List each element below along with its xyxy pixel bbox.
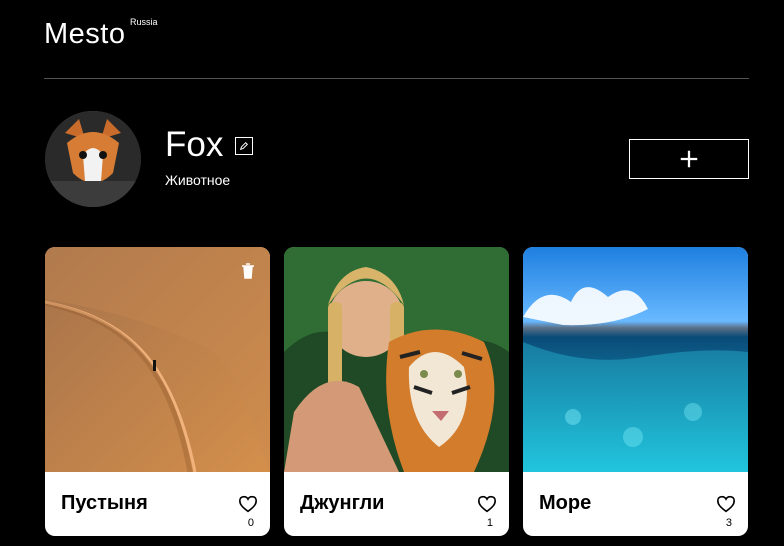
- heart-icon[interactable]: [477, 495, 497, 513]
- heart-icon[interactable]: [716, 495, 736, 513]
- fox-avatar-image: [45, 111, 141, 207]
- card-title: Море: [539, 492, 592, 514]
- card: Джунгли 1: [284, 247, 509, 536]
- plus-icon: [680, 150, 698, 168]
- trash-icon[interactable]: [241, 263, 255, 279]
- add-card-button[interactable]: [629, 139, 749, 179]
- card: Пустыня 0: [45, 247, 270, 536]
- edit-profile-button[interactable]: [235, 137, 253, 155]
- like-count: 1: [486, 517, 493, 529]
- heart-icon[interactable]: [238, 495, 258, 513]
- card-image[interactable]: [284, 247, 509, 472]
- desert-image: [45, 247, 270, 472]
- site-logo: Mesto: [44, 18, 126, 50]
- card-image[interactable]: [523, 247, 748, 472]
- pencil-icon: [239, 141, 249, 151]
- card-title: Джунгли: [300, 492, 385, 514]
- profile-subtitle: Животное: [165, 172, 231, 188]
- card-title: Пустыня: [61, 492, 148, 514]
- avatar[interactable]: [45, 111, 141, 207]
- profile-section: Fox Животное: [45, 111, 749, 211]
- cards-grid: Пустыня 0 Джунгли 1 Море 3: [45, 247, 749, 536]
- logo-region: Russia: [130, 17, 158, 27]
- page-header: Mesto Russia: [44, 0, 749, 79]
- sea-image: [523, 247, 748, 472]
- profile-name: Fox: [165, 125, 224, 164]
- card-image[interactable]: [45, 247, 270, 472]
- like-count: 3: [725, 517, 732, 529]
- card: Море 3: [523, 247, 748, 536]
- like-count: 0: [247, 517, 254, 529]
- jungle-image: [284, 247, 509, 472]
